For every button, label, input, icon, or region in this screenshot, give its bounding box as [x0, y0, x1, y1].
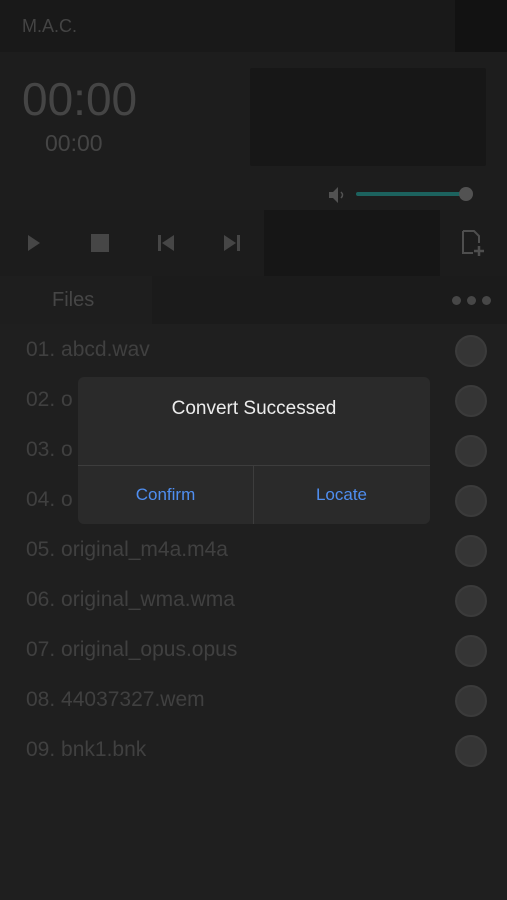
- locate-button[interactable]: Locate: [254, 466, 429, 524]
- confirm-button[interactable]: Confirm: [78, 466, 253, 524]
- convert-result-dialog: Convert Successed Confirm Locate: [78, 377, 430, 524]
- dialog-message: Convert Successed: [171, 398, 337, 419]
